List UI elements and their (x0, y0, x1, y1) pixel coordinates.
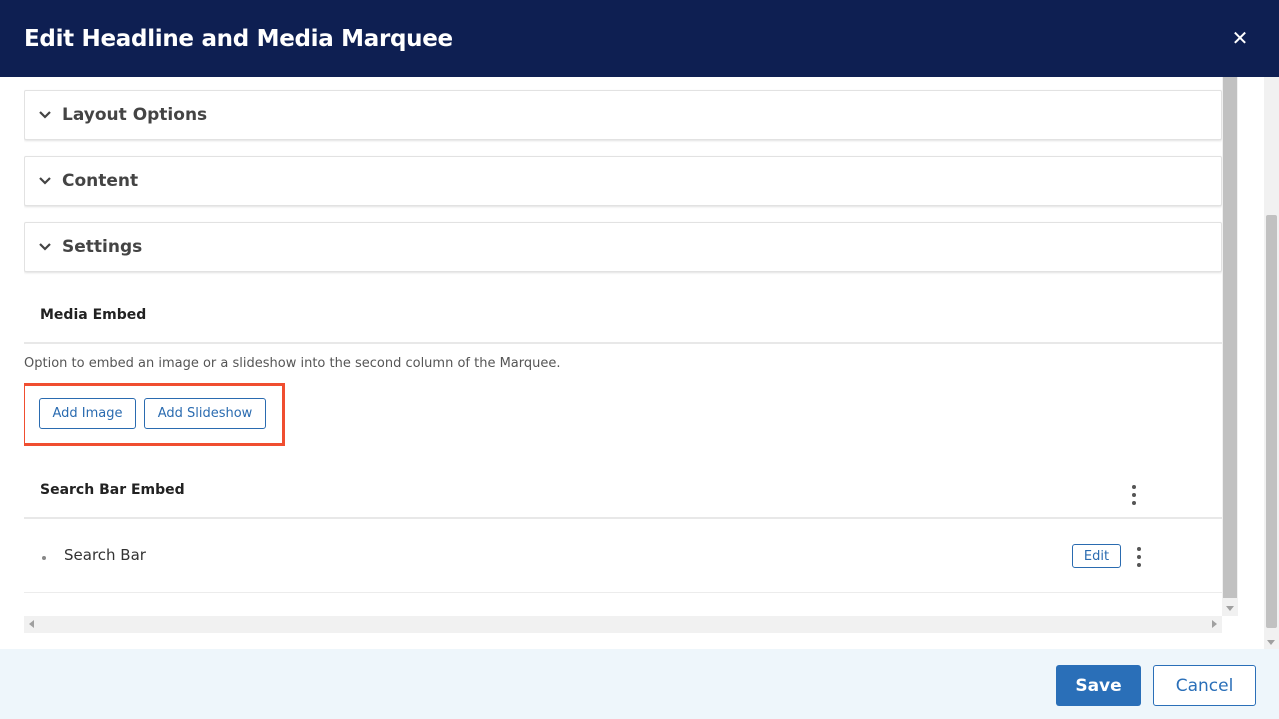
item-more-icon[interactable] (1135, 547, 1143, 567)
scroll-container: Layout Options Content Settings Media Em… (24, 77, 1238, 633)
accordion-content[interactable]: Content (24, 156, 1222, 206)
modal-vertical-scrollbar[interactable] (1264, 77, 1279, 649)
list-item-label: Search Bar (64, 546, 146, 564)
save-button[interactable]: Save (1056, 665, 1141, 706)
horizontal-scrollbar[interactable] (24, 616, 1222, 633)
accordion-layout-options[interactable]: Layout Options (24, 90, 1222, 140)
modal-title: Edit Headline and Media Marquee (24, 25, 453, 52)
accordion-settings[interactable]: Settings (24, 222, 1222, 272)
list-item: Search Bar Edit (24, 521, 1222, 593)
scroll-down-icon[interactable] (1267, 640, 1275, 645)
scroll-thumb[interactable] (1266, 215, 1277, 628)
scroll-down-icon[interactable] (1226, 606, 1234, 611)
modal-body: Layout Options Content Settings Media Em… (0, 77, 1279, 649)
close-icon[interactable]: ✕ (1229, 28, 1251, 50)
chevron-down-icon (39, 243, 51, 251)
edit-button[interactable]: Edit (1072, 544, 1121, 568)
scroll-right-icon[interactable] (1212, 620, 1217, 628)
add-image-button[interactable]: Add Image (39, 398, 136, 429)
scroll-thumb[interactable] (1223, 77, 1237, 598)
chevron-down-icon (39, 111, 51, 119)
scroll-left-icon[interactable] (29, 620, 34, 628)
search-bar-embed-header: Search Bar Embed (24, 462, 1222, 519)
search-bar-embed-title: Search Bar Embed (40, 481, 185, 498)
accordion-label: Settings (62, 237, 143, 257)
inner-vertical-scrollbar[interactable] (1222, 77, 1238, 616)
section-more-icon[interactable] (1130, 485, 1138, 505)
cancel-button[interactable]: Cancel (1153, 665, 1256, 706)
modal-footer: Save Cancel (0, 649, 1279, 719)
modal-header: Edit Headline and Media Marquee ✕ (0, 0, 1279, 77)
media-embed-title: Media Embed (40, 306, 147, 323)
add-slideshow-button[interactable]: Add Slideshow (144, 398, 266, 429)
chevron-down-icon (39, 177, 51, 185)
media-embed-header: Media Embed (24, 287, 1222, 344)
bullet-icon (42, 556, 46, 560)
media-embed-help-text: Option to embed an image or a slideshow … (24, 356, 561, 371)
accordion-label: Layout Options (62, 105, 208, 125)
accordion-label: Content (62, 171, 139, 191)
